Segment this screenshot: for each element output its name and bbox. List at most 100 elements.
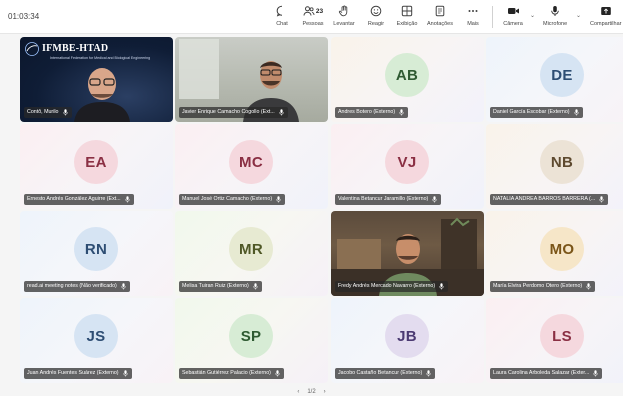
participant-name-tag: Andres Botero (Externo) (335, 107, 409, 118)
participant-name-tag: Juan Andrés Fuentes Suárez (Externo) (24, 368, 132, 379)
participant-tile[interactable]: MR Melisa Tuiran Ruiz (Externo) (175, 211, 328, 296)
participant-name-tag: Sebastián Gutiérrez Palacio (Externo) (179, 368, 284, 379)
microphone-icon (252, 282, 259, 291)
react-button[interactable]: Reagir (365, 3, 387, 31)
participant-tile[interactable]: MO María Elvira Perdomo Otero (Externo) (486, 211, 623, 296)
microphone-icon (598, 195, 605, 204)
participant-name: Jacobo Castaño Betancur (Externo) (338, 370, 423, 376)
microphone-icon (573, 108, 580, 117)
participant-tile[interactable]: MC Manuel José Ortiz Camacho (Externo) (175, 124, 328, 209)
microphone-button[interactable]: Microfone (543, 3, 567, 31)
microphone-icon (275, 195, 282, 204)
microphone-icon (274, 369, 281, 378)
participant-tile[interactable]: VJ Valentina Betancur Jaramillo (Externo) (331, 124, 484, 209)
microphone-icon (425, 369, 432, 378)
microphone-icon (544, 3, 566, 19)
raise-hand-button[interactable]: Levantar (333, 3, 355, 31)
participant-tile[interactable]: AB Andres Botero (Externo) (331, 37, 484, 122)
notes-icon (429, 3, 451, 19)
participant-name: Melisa Tuiran Ruiz (Externo) (182, 283, 249, 289)
microphone-icon (120, 282, 127, 291)
participant-name-tag: NATALIA ANDREA BARROS BARRERA (... (490, 194, 609, 205)
people-icon (303, 6, 315, 16)
people-label: Pessoas (302, 21, 324, 27)
participant-avatar: SP (229, 314, 273, 358)
participant-tile[interactable]: Javier Enrique Camacho Cogollo (Ext... (175, 37, 328, 122)
participant-grid: IFMBE-HTAD International Federation for M… (0, 34, 623, 388)
microphone-icon (431, 195, 438, 204)
participant-tile[interactable]: LS Laura Carolina Arboleda Salazar (Exter… (486, 298, 623, 383)
participant-tile[interactable]: JB Jacobo Castaño Betancur (Externo) (331, 298, 484, 383)
participant-name-tag: Fredy Andrés Mercado Navarro (Externo) (335, 281, 449, 292)
participant-tile[interactable]: IFMBE-HTAD International Federation for M… (20, 37, 173, 122)
participant-tile[interactable]: EA Ernesto Andrés González Aguirre (Ext..… (20, 124, 173, 209)
participant-name: Laura Carolina Arboleda Salazar (Exter..… (493, 370, 590, 376)
camera-options-chevron-icon[interactable]: ⌄ (530, 12, 535, 19)
participant-name-tag: Laura Carolina Arboleda Salazar (Exter..… (490, 368, 603, 379)
share-icon (595, 3, 617, 19)
participant-avatar: MC (229, 140, 273, 184)
ifmbe-subtitle: International Federation for Medical and… (50, 56, 151, 60)
chat-label: Chat (276, 21, 288, 27)
participant-tile[interactable]: NB NATALIA ANDREA BARROS BARRERA (... (486, 124, 623, 209)
participant-avatar: MO (540, 227, 584, 271)
participant-name-tag: read.ai meeting notes (Não verificado) (24, 281, 130, 292)
participant-avatar: MR (229, 227, 273, 271)
more-button[interactable]: Mais (462, 3, 484, 31)
share-label: Compartilhar (590, 21, 622, 27)
participant-tile[interactable]: Fredy Andrés Mercado Navarro (Externo) (331, 211, 484, 296)
participant-name-tag: Jacobo Castaño Betancur (Externo) (335, 368, 436, 379)
microphone-options-chevron-icon[interactable]: ⌄ (576, 12, 581, 19)
microphone-icon (62, 108, 69, 117)
participant-name: Sebastián Gutiérrez Palacio (Externo) (182, 370, 271, 376)
chat-icon (271, 3, 293, 19)
participant-name: NATALIA ANDREA BARROS BARRERA (... (493, 196, 596, 202)
participant-name-tag: Melisa Tuiran Ruiz (Externo) (179, 281, 262, 292)
participant-name-tag: María Elvira Perdomo Otero (Externo) (490, 281, 596, 292)
next-page-chevron-icon[interactable]: › (324, 389, 326, 395)
participant-avatar: DE (540, 53, 584, 97)
camera-icon (502, 3, 524, 19)
participant-name: Manuel José Ortiz Camacho (Externo) (182, 196, 273, 202)
page-indicator: 1/2 (307, 389, 316, 395)
view-button[interactable]: Exibição (396, 3, 418, 31)
camera-button[interactable]: Câmera (502, 3, 524, 31)
participant-avatar: JB (385, 314, 429, 358)
notes-label: Anotações (427, 21, 453, 27)
microphone-icon (124, 195, 131, 204)
participant-name: Andres Botero (Externo) (338, 109, 396, 115)
participant-name-tag: Manuel José Ortiz Camacho (Externo) (179, 194, 286, 205)
people-count: 23 (315, 7, 324, 15)
participant-name: Juan Andrés Fuentes Suárez (Externo) (27, 370, 119, 376)
participant-name-tag: Daniel García Escobar (Externo) (490, 107, 583, 118)
participant-name: Javier Enrique Camacho Cogollo (Ext... (182, 109, 275, 115)
participant-tile[interactable]: RN read.ai meeting notes (Não verificado) (20, 211, 173, 296)
microphone-label: Microfone (543, 21, 568, 27)
participant-name-tag: Valentina Betancur Jaramillo (Externo) (335, 194, 442, 205)
participant-avatar: NB (540, 140, 584, 184)
share-button[interactable]: Compartilhar (590, 3, 621, 31)
participant-name-tag: Ernesto Andrés González Aguirre (Ext... (24, 194, 134, 205)
notes-button[interactable]: Anotações (427, 3, 453, 31)
participant-name: Valentina Betancur Jaramillo (Externo) (338, 196, 429, 202)
window-light-shape (179, 39, 219, 99)
more-label: Mais (467, 21, 479, 27)
participant-name: Ernesto Andrés González Aguirre (Ext... (27, 196, 121, 202)
view-label: Exibição (396, 21, 418, 27)
participant-tile[interactable]: DE Daniel García Escobar (Externo) (486, 37, 623, 122)
participant-name: María Elvira Perdomo Otero (Externo) (493, 283, 583, 289)
previous-page-chevron-icon[interactable]: ‹ (297, 389, 299, 395)
participant-avatar: VJ (385, 140, 429, 184)
smiley-icon (365, 3, 387, 19)
participant-tile[interactable]: SP Sebastián Gutiérrez Palacio (Externo) (175, 298, 328, 383)
participant-avatar: RN (74, 227, 118, 271)
people-button[interactable]: 23 Pessoas (300, 3, 326, 31)
meeting-timer: 01:03:34 (8, 12, 40, 21)
participant-name: Daniel García Escobar (Externo) (493, 109, 570, 115)
ifmbe-emblem-icon (25, 42, 39, 56)
microphone-icon (398, 108, 405, 117)
participant-name: Contô, Murilo (27, 109, 59, 115)
participant-tile[interactable]: JS Juan Andrés Fuentes Suárez (Externo) (20, 298, 173, 383)
chat-button[interactable]: Chat (271, 3, 293, 31)
microphone-icon (592, 369, 599, 378)
